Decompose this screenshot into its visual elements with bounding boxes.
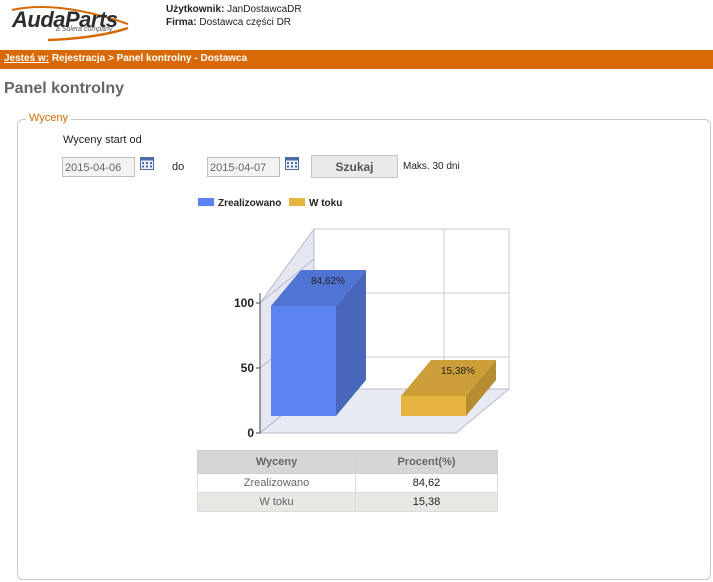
bar-value-label: 15,38% xyxy=(441,366,475,377)
calendar-icon[interactable] xyxy=(140,156,154,170)
date-from-input[interactable] xyxy=(62,157,135,177)
header: AudaParts a Solera company Użytkownik: J… xyxy=(0,0,713,50)
user-label: Użytkownik: xyxy=(166,4,225,15)
bar-value-label: 84,62% xyxy=(311,276,345,287)
calendar-icon[interactable] xyxy=(285,156,299,170)
company-value: Dostawca części DR xyxy=(199,17,292,28)
table-cell-value: 84,62 xyxy=(355,473,498,493)
table-header-quotes: Wyceny xyxy=(197,450,356,474)
breadcrumb: Jesteś w: Rejestracja > Panel kontrolny … xyxy=(0,50,713,69)
table-cell-value: 15,38 xyxy=(355,492,498,512)
legend-label-done: Zrealizowano xyxy=(218,198,282,209)
y-axis-tick-label: 50 xyxy=(241,361,255,375)
logo-subtext: a Solera company xyxy=(56,26,113,33)
legend-item-done: Zrealizowano xyxy=(198,198,281,210)
page-title: Panel kontrolny xyxy=(4,80,125,97)
start-date-label: Wyceny start od xyxy=(63,134,142,146)
breadcrumb-path: Rejestracja > Panel kontrolny - Dostawca xyxy=(51,53,248,64)
company-label: Firma: xyxy=(166,17,197,28)
bar-front xyxy=(401,396,466,416)
user-value: JanDostawcaDR xyxy=(227,4,302,15)
legend-swatch-done xyxy=(198,198,214,207)
table-header-percent: Procent(%) xyxy=(355,450,498,474)
table-cell-name: Zrealizowano xyxy=(197,473,356,493)
table-cell-name: W toku xyxy=(197,492,356,512)
bar-front xyxy=(271,305,336,416)
legend-swatch-in-progress xyxy=(289,198,305,207)
audaparts-logo[interactable]: AudaParts a Solera company xyxy=(8,4,132,42)
y-axis-tick-label: 0 xyxy=(247,426,254,440)
breadcrumb-here-link[interactable]: Jesteś w: xyxy=(4,53,49,64)
user-info: Użytkownik: JanDostawcaDR Firma: Dostawc… xyxy=(166,3,302,29)
y-axis-tick-label: 100 xyxy=(234,296,254,310)
to-label: do xyxy=(172,161,185,173)
quotes-table: Wyceny Procent(%) Zrealizowano 84,62 W t… xyxy=(197,450,498,512)
panel-legend: Wyceny xyxy=(26,112,72,124)
search-button[interactable]: Szukaj xyxy=(311,155,398,178)
legend-label-in-progress: W toku xyxy=(309,198,343,209)
max-days-note: Maks. 30 dni xyxy=(403,161,460,172)
table-row: Zrealizowano 84,62 xyxy=(197,473,498,493)
table-row: W toku 15,38 xyxy=(197,492,498,512)
quotes-bar-chart: 0 50 100 84,62% 15,38% xyxy=(234,227,511,440)
date-to-input[interactable] xyxy=(207,157,280,177)
legend-item-in-progress: W toku xyxy=(289,198,342,210)
